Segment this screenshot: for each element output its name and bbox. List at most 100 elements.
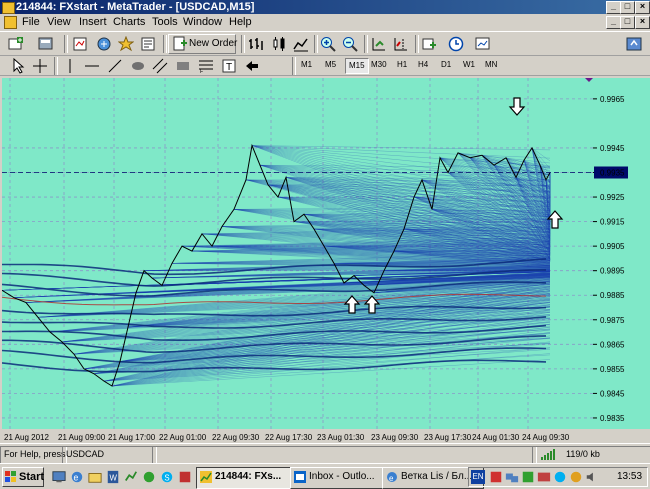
quicklaunch-desktop-icon[interactable]	[52, 470, 66, 484]
price-tick-label: 0.9945	[600, 144, 625, 153]
price-tick-label: 0.9905	[600, 242, 625, 251]
time-axis[interactable]: 21 Aug 201221 Aug 09:0021 Aug 17:0022 Au…	[0, 429, 593, 443]
quicklaunch-skype-icon[interactable]: S	[160, 470, 174, 484]
price-tick-label: 0.9915	[600, 218, 625, 227]
indicators-icon[interactable]	[421, 36, 437, 52]
toolbar-separator	[415, 35, 419, 53]
tray-network-icon[interactable]	[505, 470, 519, 484]
time-tick-label: 22 Aug 01:00	[159, 433, 207, 442]
quicklaunch-folder-icon[interactable]	[88, 470, 102, 484]
tray-volume-icon[interactable]	[585, 470, 599, 484]
task-label: Inbox - Outlo...	[309, 471, 375, 482]
mdi-restore-button[interactable]: □	[620, 16, 635, 29]
chart-window-icon[interactable]	[4, 16, 17, 29]
timeframe-d1[interactable]: D1	[438, 58, 454, 72]
window-title-bar[interactable]: 214844: FXstart - MetaTrader - [USDCAD,M…	[0, 0, 650, 14]
equidistant-channel-icon[interactable]	[152, 58, 168, 74]
market-watch-icon[interactable]	[72, 36, 88, 52]
quicklaunch-app-icon[interactable]	[178, 470, 192, 484]
tray-clock: 13:53	[617, 471, 642, 482]
timeframe-m5[interactable]: M5	[322, 58, 339, 72]
new-order-icon	[172, 36, 188, 52]
quicklaunch-messenger-icon[interactable]	[142, 470, 156, 484]
toolbar-separator	[241, 35, 245, 53]
new-chart-icon[interactable]	[8, 36, 24, 52]
menu-view[interactable]: View	[47, 15, 71, 29]
menu-tools[interactable]: Tools	[152, 15, 178, 29]
navigator-icon[interactable]	[118, 36, 134, 52]
start-button[interactable]: Start	[2, 467, 44, 487]
quicklaunch-ie-icon[interactable]: e	[70, 470, 84, 484]
terminal-icon[interactable]	[140, 36, 156, 52]
menu-file[interactable]: File	[22, 15, 40, 29]
start-label: Start	[19, 471, 44, 483]
crosshair-icon[interactable]	[32, 58, 48, 74]
toolbar-separator	[163, 35, 167, 53]
timeframe-w1[interactable]: W1	[460, 58, 478, 72]
standard-toolbar: New Order	[0, 31, 650, 56]
price-tick-label: 0.9835	[600, 414, 625, 423]
ellipse-icon[interactable]	[130, 58, 146, 74]
menu-insert[interactable]: Insert	[79, 15, 107, 29]
data-window-icon[interactable]	[96, 36, 112, 52]
mdi-close-button[interactable]: ×	[635, 16, 650, 29]
rectangle-icon[interactable]	[175, 58, 191, 74]
candlestick-icon[interactable]	[271, 36, 287, 52]
traffic-label: 119/0 kb	[566, 447, 600, 461]
horizontal-line-icon[interactable]	[84, 58, 100, 74]
toolbar-separator	[292, 57, 296, 75]
menu-window[interactable]: Window	[183, 15, 222, 29]
chart-shift-icon[interactable]	[393, 36, 409, 52]
timeframe-m15[interactable]: M15	[345, 58, 369, 74]
mdi-minimize-button[interactable]: _	[606, 16, 621, 29]
tray-mail-icon[interactable]	[537, 470, 551, 484]
status-empty-cell	[152, 446, 537, 464]
symbol-status: USDCAD	[62, 446, 157, 464]
menu-charts[interactable]: Charts	[113, 15, 145, 29]
maximize-button[interactable]: □	[620, 1, 635, 14]
mail-icon[interactable]	[626, 36, 642, 52]
connection-status[interactable]: 119/0 kb	[532, 446, 650, 464]
text-label-icon[interactable]: T	[221, 58, 237, 74]
timeframe-h4[interactable]: H4	[415, 58, 431, 72]
bar-chart-icon[interactable]	[248, 36, 264, 52]
price-axis[interactable]: 0.99650.99450.99350.99250.99150.99050.98…	[593, 78, 650, 429]
timeframe-mn[interactable]: MN	[482, 58, 500, 72]
price-axis-background	[593, 78, 650, 429]
svg-text:W: W	[110, 474, 118, 483]
price-chart[interactable]	[2, 78, 593, 429]
minimize-button[interactable]: _	[606, 1, 621, 14]
task-label: 214844: FXs...	[215, 471, 281, 482]
vertical-line-icon[interactable]	[62, 58, 78, 74]
trendline-icon[interactable]	[107, 58, 123, 74]
timeframe-m30[interactable]: M30	[368, 58, 390, 72]
price-tick-label: 0.9895	[600, 267, 625, 276]
app-icon	[2, 2, 15, 14]
timeframe-h1[interactable]: H1	[394, 58, 410, 72]
quicklaunch-word-icon[interactable]: W	[106, 470, 120, 484]
line-chart-icon[interactable]	[293, 36, 309, 52]
zoom-out-icon[interactable]	[342, 36, 358, 52]
cursor-icon[interactable]	[10, 58, 26, 74]
tray-messenger-icon[interactable]	[569, 470, 583, 484]
arrows-icon[interactable]	[244, 58, 260, 74]
tray-language[interactable]: EN	[471, 470, 485, 484]
close-button[interactable]: ×	[635, 1, 650, 14]
tray-antivirus-icon[interactable]	[521, 470, 535, 484]
templates-icon[interactable]	[475, 36, 491, 52]
outlook-task-icon	[294, 471, 306, 483]
profiles-icon[interactable]	[38, 36, 54, 52]
menu-help[interactable]: Help	[229, 15, 252, 29]
tray-skype-icon[interactable]	[553, 470, 567, 484]
toolbar-separator	[64, 35, 68, 53]
new-order-button[interactable]: New Order	[168, 34, 236, 54]
tray-update-icon[interactable]	[489, 470, 503, 484]
svg-text:e: e	[74, 473, 79, 483]
fibonacci-icon[interactable]: F	[198, 58, 214, 74]
price-tick-label: 0.9875	[600, 316, 625, 325]
timeframe-m1[interactable]: M1	[298, 58, 315, 72]
periods-icon[interactable]	[448, 36, 464, 52]
zoom-in-icon[interactable]	[320, 36, 336, 52]
quicklaunch-metatrader-icon[interactable]	[124, 470, 138, 484]
auto-scroll-icon[interactable]	[371, 36, 387, 52]
